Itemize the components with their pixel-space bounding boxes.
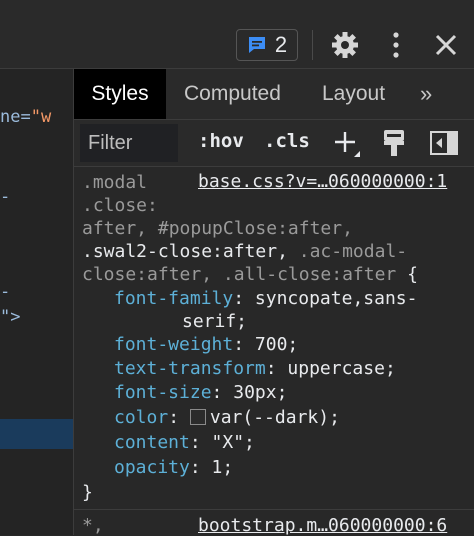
stylesheet-link[interactable]: base.css?v=…060000000:1 (198, 171, 447, 192)
new-style-rule-icon[interactable] (332, 126, 362, 160)
gear-icon[interactable] (330, 30, 360, 60)
declaration-continuation: serif; (182, 311, 248, 332)
issues-button[interactable]: 2 (236, 29, 298, 61)
tab-layout[interactable]: Layout (322, 69, 385, 119)
tab-computed[interactable]: Computed (184, 69, 281, 119)
issues-count: 2 (274, 32, 288, 57)
style-rule: base.css?v=…060000000:1 .modal .close: a… (74, 167, 474, 509)
rule-close-brace: } (82, 482, 93, 503)
kebab-menu-icon[interactable] (385, 30, 407, 60)
selector-line: .close: (82, 195, 158, 216)
dom-line[interactable]: "> (0, 307, 20, 327)
toggle-sidebar-icon[interactable] (429, 130, 459, 156)
selector-line: *, (82, 515, 104, 536)
declaration-text-transform[interactable]: text-transform: uppercase; (114, 357, 396, 380)
devtools-toolbar: 2 (0, 0, 474, 69)
selector-line: after, #popupClose:after, (82, 218, 353, 239)
close-icon[interactable] (432, 30, 460, 60)
tab-styles[interactable]: Styles (74, 69, 166, 119)
rendering-emulation-icon[interactable] (382, 128, 406, 158)
stylesheet-link[interactable]: bootstrap.m…060000000:6 (198, 515, 447, 536)
cls-toggle[interactable]: .cls (264, 130, 310, 152)
hov-toggle[interactable]: :hov (198, 130, 244, 152)
dom-line[interactable]: ne="w (0, 107, 51, 127)
color-swatch[interactable] (189, 409, 206, 425)
selector-line: .swal2-close:after, .ac-modal- (82, 241, 408, 262)
filter-input[interactable] (80, 124, 178, 162)
declaration-opacity[interactable]: opacity: 1; (114, 456, 233, 479)
selector-line: .modal (82, 172, 148, 193)
declaration-font-weight[interactable]: font-weight: 700; (114, 333, 298, 356)
toolbar-divider (312, 30, 313, 60)
declaration-font-family[interactable]: font-family: syncopate,sans- (114, 287, 417, 310)
issues-icon (248, 37, 265, 53)
dom-line[interactable]: - (0, 187, 10, 207)
more-tabs-icon[interactable]: » (420, 69, 444, 119)
sidebar-tabs: Styles Computed Layout » (74, 69, 474, 120)
declaration-font-size[interactable]: font-size: 30px; (114, 381, 287, 404)
dom-line[interactable]: - (0, 282, 10, 302)
rule-divider (74, 509, 474, 510)
elements-panel: ne="w - - "> (0, 69, 74, 535)
declaration-color[interactable]: color: var(--dark); (114, 406, 340, 429)
styles-toolbar: :hov .cls (74, 120, 474, 167)
selected-dom-node[interactable] (0, 419, 73, 449)
declaration-content[interactable]: content: "X"; (114, 431, 255, 454)
selector-line: close:after, .all-close:after { (82, 264, 418, 285)
